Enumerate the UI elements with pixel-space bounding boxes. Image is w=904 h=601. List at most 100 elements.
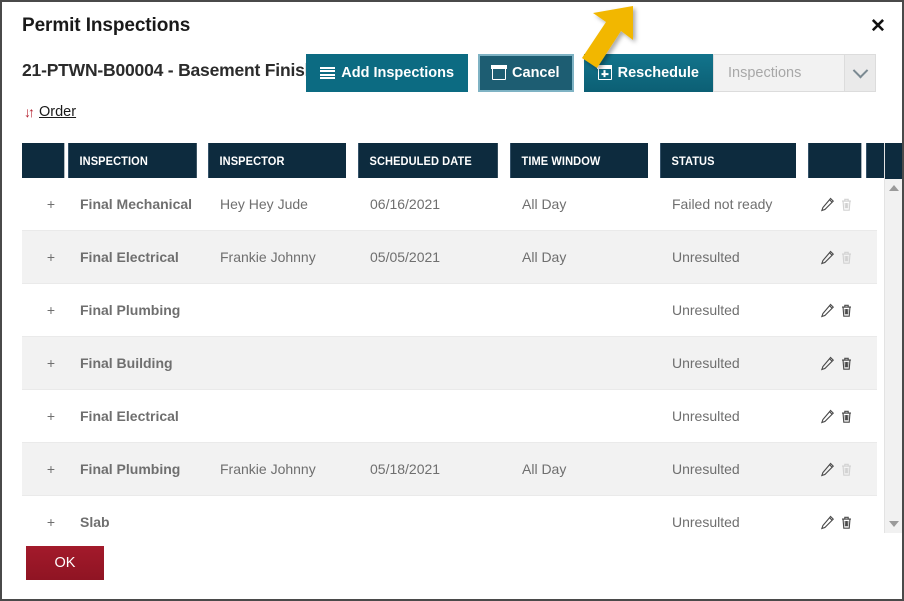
cell-inspector: Frankie Johnny xyxy=(208,230,358,284)
edit-icon[interactable] xyxy=(820,409,835,424)
column-header-actions xyxy=(808,143,862,178)
row-expand-toggle[interactable]: + xyxy=(22,230,68,284)
inspections-table-header: INSPECTION INSPECTOR SCHEDULED DATE TIME… xyxy=(22,143,886,178)
cell-spacer xyxy=(866,230,877,284)
cell-inspector xyxy=(208,283,358,337)
cell-inspection: Slab xyxy=(68,495,208,533)
table-row[interactable]: + Final Electrical Unresulted xyxy=(22,389,877,443)
scroll-down-icon[interactable] xyxy=(885,515,902,532)
column-header-expand xyxy=(22,143,65,178)
column-header-inspector[interactable]: INSPECTOR xyxy=(208,143,347,178)
delete-icon xyxy=(839,197,854,212)
cell-inspector: Frankie Johnny xyxy=(208,442,358,496)
cell-status: Unresulted xyxy=(660,230,808,284)
delete-icon[interactable] xyxy=(839,356,854,371)
order-link[interactable]: ↓↑ Order xyxy=(24,104,76,120)
cell-inspector xyxy=(208,495,358,533)
cell-status: Unresulted xyxy=(660,389,808,443)
edit-icon[interactable] xyxy=(820,197,835,212)
column-header-inspection[interactable]: INSPECTION xyxy=(68,143,198,178)
cell-scheduled-date xyxy=(358,495,510,533)
column-header-time-window[interactable]: TIME WINDOW xyxy=(510,143,649,178)
add-inspections-button[interactable]: Add Inspections xyxy=(306,54,469,92)
table-row[interactable]: + Final Plumbing Frankie Johnny 05/18/2021 A… xyxy=(22,442,877,496)
calendar-plus-icon xyxy=(596,65,613,80)
cell-inspection: Final Electrical xyxy=(68,389,208,443)
edit-icon[interactable] xyxy=(820,462,835,477)
cell-status: Failed not ready xyxy=(660,178,808,231)
chevron-down-icon[interactable] xyxy=(844,54,876,92)
cell-inspector: Hey Hey Jude xyxy=(208,178,358,231)
edit-icon[interactable] xyxy=(820,303,835,318)
inspections-dropdown[interactable]: Inspections xyxy=(713,54,876,92)
cell-time-window xyxy=(510,336,660,390)
permit-title: 21-PTWN-B00004 - Basement Finish xyxy=(22,60,316,80)
table-row[interactable]: + Final Electrical Frankie Johnny 05/05/202… xyxy=(22,230,877,284)
row-expand-toggle[interactable]: + xyxy=(22,442,68,496)
row-actions xyxy=(808,178,866,231)
cell-time-window: All Day xyxy=(510,230,660,284)
cell-time-window: All Day xyxy=(510,442,660,496)
cell-inspection: Final Plumbing xyxy=(68,283,208,337)
delete-icon[interactable] xyxy=(839,303,854,318)
dialog-footer: OK xyxy=(2,533,902,599)
inspections-dropdown-value[interactable]: Inspections xyxy=(713,54,844,92)
cell-time-window: All Day xyxy=(510,178,660,231)
row-actions xyxy=(808,230,866,284)
vertical-scrollbar[interactable] xyxy=(884,143,902,533)
row-actions xyxy=(808,389,866,443)
table-header-row: INSPECTION INSPECTOR SCHEDULED DATE TIME… xyxy=(22,143,886,178)
cell-status: Unresulted xyxy=(660,442,808,496)
cell-spacer xyxy=(866,442,877,496)
cell-inspector xyxy=(208,389,358,443)
cancel-button[interactable]: Cancel xyxy=(478,54,574,92)
scrollbar-header-cap xyxy=(885,143,902,179)
table-body-scroll[interactable]: + Final Mechanical Hey Hey Jude 06/16/2021 A… xyxy=(22,178,877,533)
cell-status: Unresulted xyxy=(660,336,808,390)
inspections-table-body: + Final Mechanical Hey Hey Jude 06/16/2021 A… xyxy=(22,178,877,533)
row-expand-toggle[interactable]: + xyxy=(22,336,68,390)
calendar-icon xyxy=(491,65,507,80)
delete-icon[interactable] xyxy=(839,515,854,530)
row-actions xyxy=(808,336,866,390)
row-expand-toggle[interactable]: + xyxy=(22,178,68,231)
order-row: ↓↑ Order xyxy=(2,101,902,129)
column-header-status[interactable]: STATUS xyxy=(660,143,797,178)
table-row[interactable]: + Final Plumbing Unresulted xyxy=(22,283,877,337)
add-inspections-label: Add Inspections xyxy=(341,65,455,81)
column-header-spacer xyxy=(866,143,885,178)
list-icon xyxy=(320,67,336,79)
reschedule-button[interactable]: Reschedule xyxy=(583,54,713,92)
delete-icon xyxy=(839,250,854,265)
scroll-up-icon[interactable] xyxy=(885,179,902,196)
table-row[interactable]: + Slab Unresulted xyxy=(22,495,877,533)
row-actions xyxy=(808,283,866,337)
column-header-scheduled-date[interactable]: SCHEDULED DATE xyxy=(358,143,499,178)
row-expand-toggle[interactable]: + xyxy=(22,495,68,533)
table-row[interactable]: + Final Building Unresulted xyxy=(22,336,877,390)
table-row[interactable]: + Final Mechanical Hey Hey Jude 06/16/2021 A… xyxy=(22,178,877,231)
sort-updown-icon: ↓↑ xyxy=(24,104,35,120)
toolbar-actions: Add Inspections Cancel Reschedule Inspec… xyxy=(306,54,876,92)
cell-time-window xyxy=(510,389,660,443)
cell-scheduled-date xyxy=(358,283,510,337)
cell-inspection: Final Plumbing xyxy=(68,442,208,496)
cell-inspection: Final Building xyxy=(68,336,208,390)
ok-button[interactable]: OK xyxy=(26,546,104,580)
close-icon[interactable]: ✕ xyxy=(867,16,889,38)
cell-time-window xyxy=(510,283,660,337)
dialog-subheader: 21-PTWN-B00004 - Basement Finish Add Ins… xyxy=(2,49,902,101)
cell-status: Unresulted xyxy=(660,495,808,533)
cell-scheduled-date: 05/05/2021 xyxy=(358,230,510,284)
row-expand-toggle[interactable]: + xyxy=(22,283,68,337)
row-expand-toggle[interactable]: + xyxy=(22,389,68,443)
cell-inspection: Final Mechanical xyxy=(68,178,208,231)
edit-icon[interactable] xyxy=(820,356,835,371)
edit-icon[interactable] xyxy=(820,250,835,265)
cell-spacer xyxy=(866,336,877,390)
edit-icon[interactable] xyxy=(820,515,835,530)
cell-spacer xyxy=(866,283,877,337)
delete-icon[interactable] xyxy=(839,409,854,424)
cell-scheduled-date xyxy=(358,389,510,443)
row-actions xyxy=(808,442,866,496)
